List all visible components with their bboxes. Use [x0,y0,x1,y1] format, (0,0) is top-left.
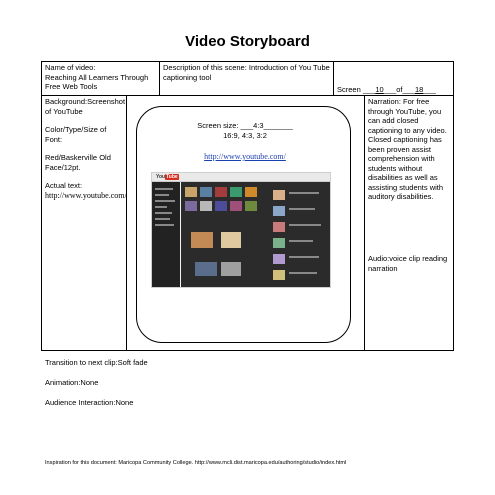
screen-blank-1: ___ [362,85,376,94]
transition-note: Transition to next clip:Soft fade [45,358,148,367]
screen-blank-2: ___ [402,85,416,94]
narration-cell: Narration: For free through YouTube, you… [368,97,452,202]
youtube-link[interactable]: http://www.youtube.com/ [160,152,330,161]
screen-size-line-2: 16:9, 4:3, 3:2 [223,130,267,140]
screen-size-line-1: Screen size: ___4:3_______ [197,121,293,130]
left-notes: Background:Screenshot of YouTube Color/T… [45,97,127,200]
actual-text-label: Actual text: [45,181,83,190]
screen-blank-3: ___ [423,85,436,94]
screen-of: ___of [383,85,403,94]
screen-number: 10 [375,85,384,94]
page-title: Video Storyboard [185,33,310,50]
screenshot-sidebar [152,182,180,287]
screen-prefix: Screen [337,85,361,94]
header-divider-1 [159,61,160,96]
actual-text-value: http://www.youtube.com/ [45,190,127,200]
font-value: Red/Baskerville Old Face/12pt. [45,153,111,172]
youtube-logo: YouTube [156,174,179,180]
interaction-note: Audience Interaction:None [45,398,134,407]
video-name-value: Reaching All Learners Through Free Web T… [45,72,149,92]
screenshot-header: YouTube [152,173,330,182]
video-name-label: Name of video: [45,63,96,72]
header-divider-2 [333,61,334,96]
main-divider-1 [126,95,127,351]
screen-size-note: Screen size: ___4:3_______ 16:9, 4:3, 3:… [160,121,330,140]
narration-text: Narration: For free through YouTube, you… [368,97,447,201]
animation-note: Animation:None [45,378,99,387]
font-label: Color/Type/Size of Font: [45,125,107,144]
video-name-cell: Name of video: Reaching All Learners Thr… [45,63,157,92]
youtube-screenshot: YouTube [151,172,331,288]
background-note: Background:Screenshot of YouTube [45,97,126,116]
main-divider-2 [364,95,365,351]
audio-note: Audio:voice clip reading narration [368,254,448,273]
footer-note: Inspiration for this document: Maricopa … [45,460,347,466]
screenshot-main [181,182,330,287]
scene-description-cell: Description of this scene: Introduction … [163,63,331,82]
screen-counter: Screen ___10___of___18___ [337,85,453,95]
scene-description-label: Description of this scene: [163,63,247,72]
